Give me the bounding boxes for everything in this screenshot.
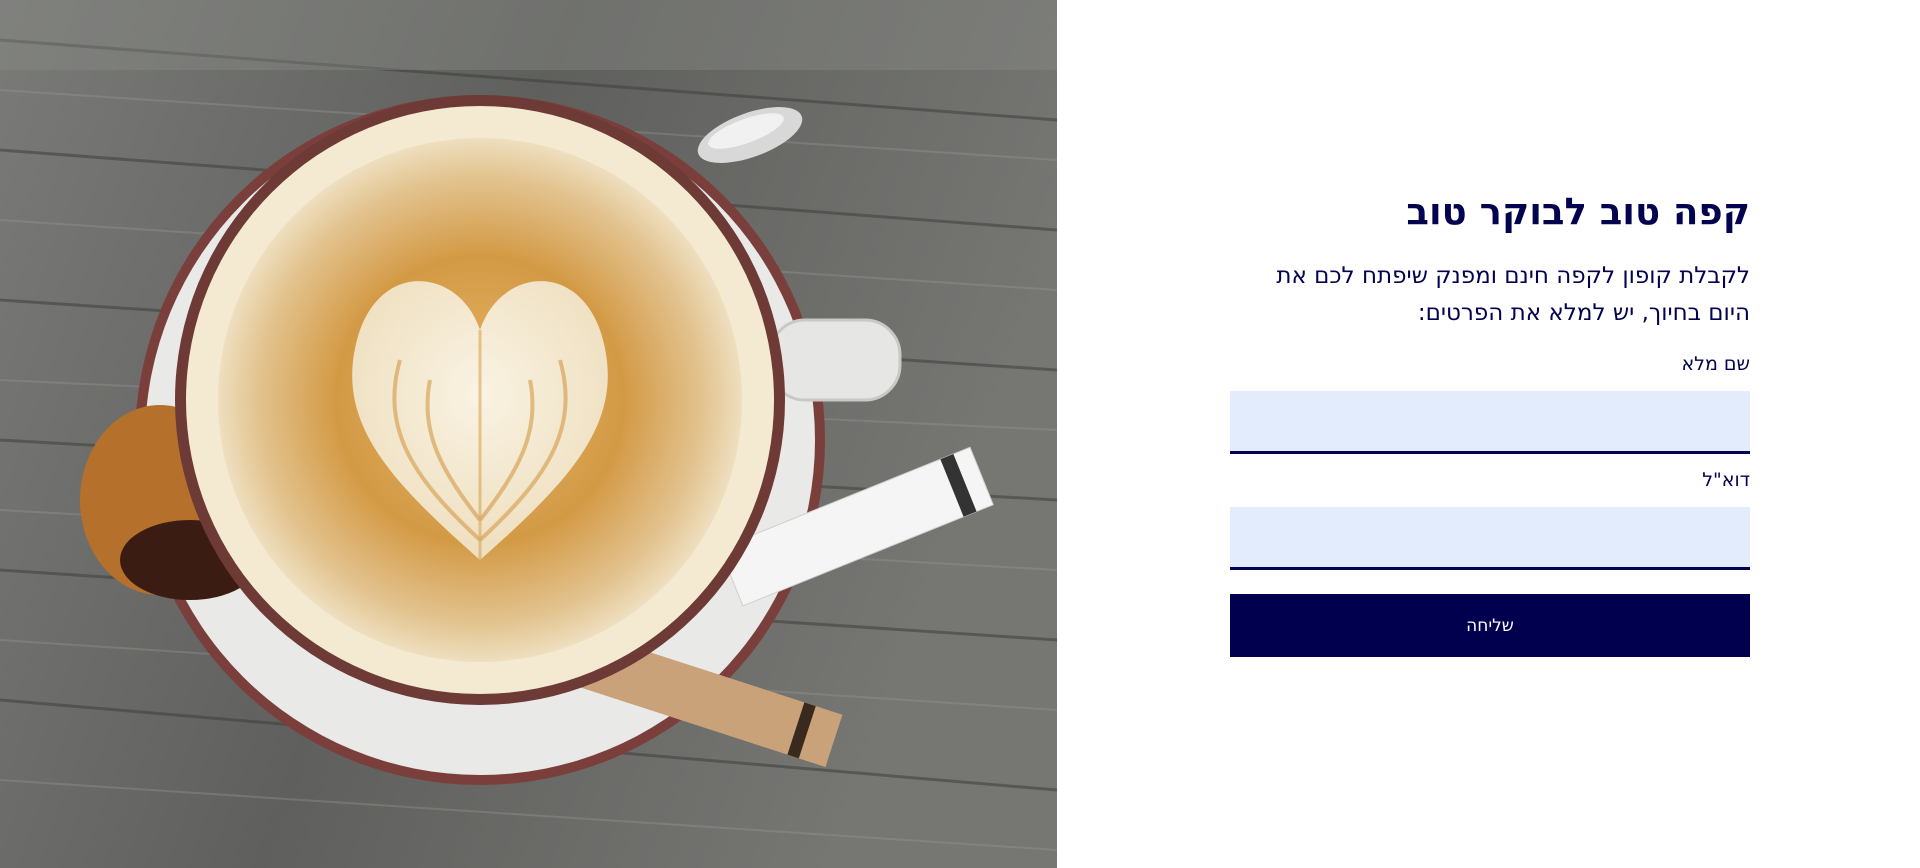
- hero-image: [0, 0, 1057, 868]
- submit-button[interactable]: שליחה: [1230, 594, 1750, 657]
- full-name-label: שם מלא: [1681, 353, 1750, 375]
- full-name-input[interactable]: [1230, 391, 1750, 454]
- coffee-latte-photo: [0, 0, 1057, 868]
- coupon-form-panel: קפה טוב לבוקר טוב לקבלת קופון לקפה חינם …: [1057, 0, 1920, 868]
- page: קפה טוב לבוקר טוב לקבלת קופון לקפה חינם …: [0, 0, 1920, 868]
- form-lead-text: לקבלת קופון לקפה חינם ומפנק שיפתח לכם את…: [1276, 263, 1750, 326]
- email-label: דוא"ל: [1702, 469, 1750, 491]
- coupon-form: קפה טוב לבוקר טוב לקבלת קופון לקפה חינם …: [1230, 188, 1750, 657]
- form-title: קפה טוב לבוקר טוב: [1406, 190, 1750, 233]
- email-input[interactable]: [1230, 507, 1750, 570]
